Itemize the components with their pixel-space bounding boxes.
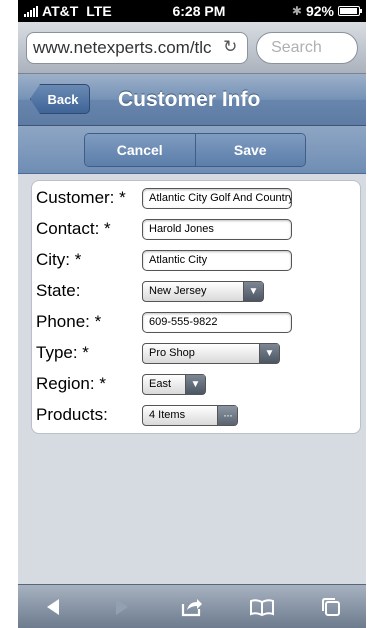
more-options-icon: ··· (217, 405, 237, 425)
contact-row: Contact: * Harold Jones (36, 216, 292, 242)
navigation-bar: Back Customer Info (18, 74, 366, 126)
state-row: State: New Jersey ▼ (36, 278, 264, 304)
reload-icon[interactable]: ↻ (223, 38, 239, 55)
city-input[interactable]: Atlantic City (142, 249, 292, 271)
browser-address-bar: www.netexperts.com/tlc ↻ Search (18, 22, 366, 74)
tabs-icon[interactable] (316, 592, 346, 622)
customer-form: Customer: * Atlantic City Golf And Count… (31, 180, 361, 434)
bookmarks-icon[interactable] (247, 592, 277, 622)
region-label: Region: * (36, 374, 106, 393)
cancel-button[interactable]: Cancel (85, 134, 195, 166)
city-row: City: * Atlantic City (36, 247, 292, 273)
type-select[interactable]: Pro Shop ▼ (142, 342, 280, 364)
contact-input[interactable]: Harold Jones (142, 218, 292, 240)
region-row: Region: * East ▼ (36, 371, 206, 397)
carrier-name: AT&T (42, 3, 79, 19)
customer-value: Atlantic City Golf And Country Club (149, 192, 292, 204)
state-label: State: (36, 281, 81, 300)
region-select[interactable]: East ▼ (142, 373, 206, 395)
url-text: www.netexperts.com/tlc (33, 37, 212, 57)
signal-strength-icon (24, 5, 38, 17)
url-field[interactable]: www.netexperts.com/tlc ↻ (26, 31, 249, 64)
products-picker[interactable]: 4 Items ··· (142, 404, 238, 426)
phone-label: Phone: * (36, 312, 102, 331)
chevron-down-icon: ▼ (259, 343, 279, 363)
search-placeholder: Search (271, 38, 322, 56)
battery-icon (338, 6, 362, 16)
network-type: LTE (86, 3, 112, 19)
save-label: Save (233, 142, 267, 158)
browser-toolbar (18, 584, 366, 628)
back-arrow-icon[interactable] (38, 592, 68, 622)
type-value: Pro Shop (149, 347, 195, 359)
phone-input[interactable]: 609-555-9822 (142, 311, 292, 333)
search-field[interactable]: Search (256, 31, 358, 64)
state-value: New Jersey (149, 285, 207, 297)
save-button[interactable]: Save (194, 134, 305, 166)
cancel-label: Cancel (116, 142, 163, 158)
type-row: Type: * Pro Shop ▼ (36, 340, 280, 366)
clock: 6:28 PM (172, 3, 226, 19)
chevron-down-icon: ▼ (243, 281, 263, 301)
back-button[interactable]: Back (30, 84, 90, 114)
share-icon[interactable] (177, 592, 207, 622)
customer-row: Customer: * Atlantic City Golf And Count… (36, 185, 292, 211)
city-value: Atlantic City (149, 254, 208, 266)
action-segmented-control: Cancel Save (84, 133, 306, 167)
bluetooth-icon: ✱ (291, 4, 302, 18)
status-bar: AT&T LTE 6:28 PM ✱ 92% (18, 0, 366, 22)
products-row: Products: 4 Items ··· (36, 402, 238, 428)
customer-label: Customer: * (36, 188, 126, 207)
action-toolbar: Cancel Save (18, 126, 366, 174)
carrier-info: AT&T LTE (24, 3, 134, 19)
chevron-down-icon: ▼ (185, 374, 205, 394)
contact-label: Contact: * (36, 219, 111, 238)
type-label: Type: * (36, 343, 89, 362)
products-label: Products: (36, 405, 108, 424)
forward-arrow-icon[interactable] (107, 592, 137, 622)
products-value: 4 Items (149, 409, 186, 421)
page-title: Customer Info (118, 88, 261, 111)
contact-value: Harold Jones (149, 223, 214, 235)
phone-row: Phone: * 609-555-9822 (36, 309, 292, 335)
phone-value: 609-555-9822 (149, 316, 218, 328)
customer-input[interactable]: Atlantic City Golf And Country Club (142, 187, 292, 209)
city-label: City: * (36, 250, 82, 269)
region-value: East (149, 378, 172, 390)
state-select[interactable]: New Jersey ▼ (142, 280, 264, 302)
battery-percent: 92% (305, 3, 334, 19)
content-area: Customer: * Atlantic City Golf And Count… (18, 174, 366, 584)
back-button-label: Back (47, 91, 79, 107)
